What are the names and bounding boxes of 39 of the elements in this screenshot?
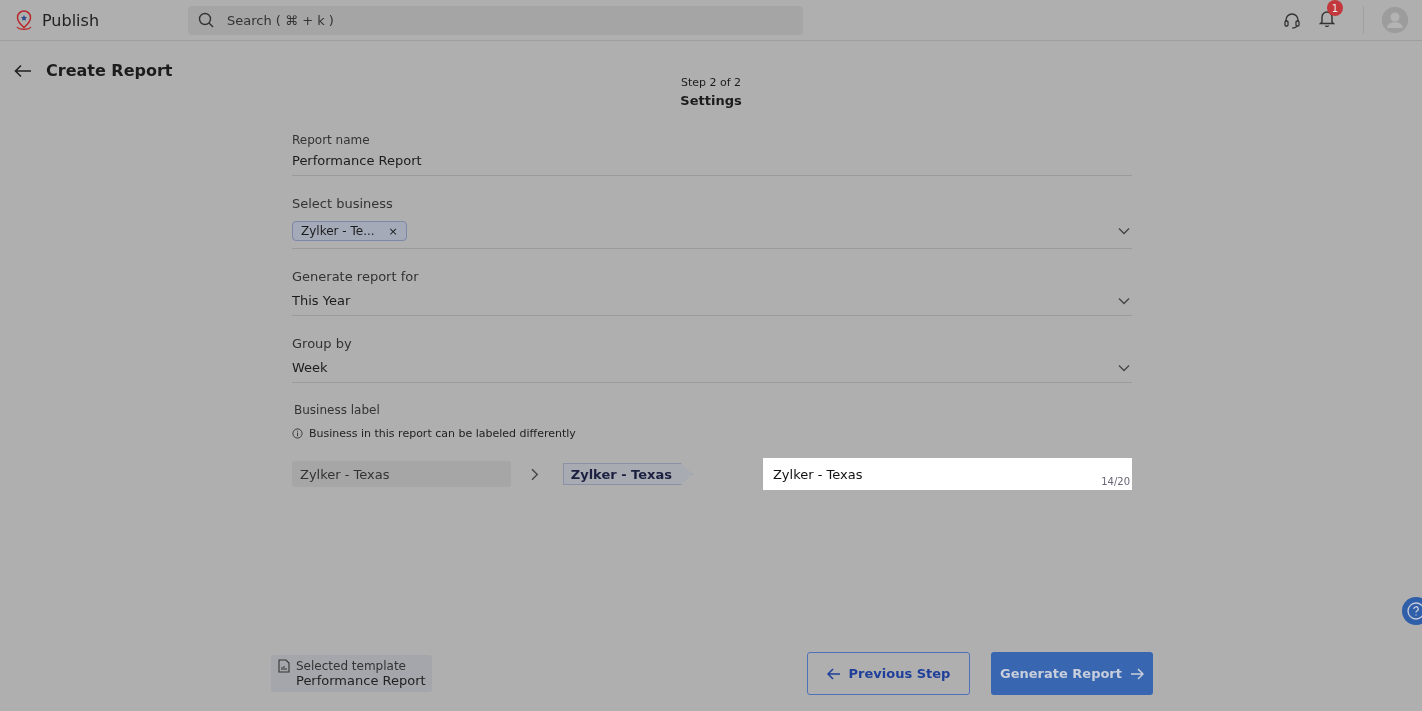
template-name: Performance Report bbox=[296, 673, 426, 688]
dropdown-value[interactable]: Week bbox=[292, 360, 328, 375]
info-icon bbox=[292, 428, 303, 439]
chevron-down-icon[interactable] bbox=[1118, 296, 1130, 305]
chevron-down-icon[interactable] bbox=[1118, 363, 1130, 372]
page-title: Create Report bbox=[46, 61, 173, 80]
field-label: Generate report for bbox=[292, 269, 420, 284]
character-counter: 14/20 bbox=[1101, 476, 1130, 487]
help-icon bbox=[1407, 602, 1422, 620]
field-label: Report name bbox=[292, 133, 371, 147]
search-icon bbox=[198, 11, 214, 28]
step-title: Settings bbox=[679, 93, 743, 108]
field-label: Business label bbox=[294, 403, 381, 417]
template-caption: Selected template bbox=[296, 659, 407, 673]
app-name: Publish bbox=[42, 10, 100, 30]
report-name-field[interactable]: Performance Report bbox=[292, 153, 1132, 168]
hint-text: Business in this report can be labeled differently bbox=[309, 427, 576, 440]
step-indicator: Step 2 of 2 bbox=[679, 76, 743, 89]
help-button[interactable] bbox=[1402, 597, 1422, 625]
field-label: Select business bbox=[292, 196, 394, 211]
document-chart-icon bbox=[278, 659, 290, 673]
arrow-left-icon bbox=[826, 667, 841, 680]
field-label: Group by bbox=[292, 336, 353, 351]
search-field[interactable]: Search ( ⌘ + k ) bbox=[188, 5, 803, 35]
headset-icon[interactable] bbox=[1283, 11, 1301, 29]
remove-tag-button[interactable]: × bbox=[388, 224, 398, 238]
previous-step-button[interactable]: Previous Step bbox=[807, 652, 970, 695]
dropdown-value[interactable]: This Year bbox=[292, 293, 351, 308]
notification-badge: 1 bbox=[1327, 0, 1343, 16]
chevron-down-icon[interactable] bbox=[1118, 226, 1130, 235]
generate-report-button[interactable]: Generate Report bbox=[991, 652, 1153, 695]
back-arrow-icon[interactable] bbox=[14, 63, 32, 78]
business-tag[interactable]: Zylker - Te... × bbox=[292, 221, 407, 241]
bell-icon[interactable] bbox=[1319, 9, 1335, 27]
label-preview-tag: Zylker - Texas bbox=[562, 463, 693, 485]
chevron-right-icon bbox=[531, 467, 539, 481]
arrow-right-icon bbox=[1130, 667, 1144, 680]
logo-icon bbox=[14, 9, 34, 31]
business-name: Zylker - Texas bbox=[292, 461, 511, 487]
